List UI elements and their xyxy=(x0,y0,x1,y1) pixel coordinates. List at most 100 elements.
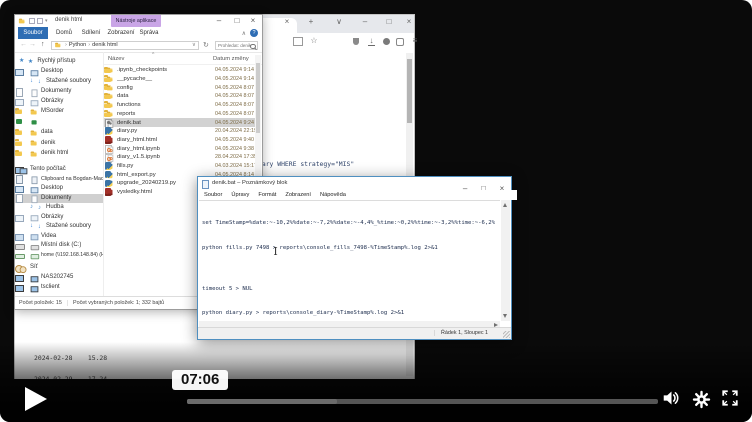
sidebar-item-tento-pocitac[interactable]: Tento počítač xyxy=(15,165,104,174)
profile-avatar-icon[interactable] xyxy=(383,38,390,45)
sidebar-item-data[interactable]: data xyxy=(15,128,104,137)
sidebar-item-home-share[interactable]: home (\\192.168.148.84) (H:) xyxy=(15,251,104,260)
tab-domu[interactable]: Domů xyxy=(52,27,76,39)
sidebar-item-stazene-pc[interactable]: Stažené soubory xyxy=(15,222,104,231)
browser-close-button[interactable]: × xyxy=(403,17,415,26)
file-list-scrollbar-thumb[interactable] xyxy=(256,63,260,133)
menu-zobrazeni[interactable]: Zobrazení xyxy=(285,192,311,198)
breadcrumb-current[interactable]: denik html xyxy=(92,42,118,48)
address-bar[interactable]: › Python › denik html ∨ xyxy=(51,41,199,51)
file-row-diary-html-html[interactable]: diary_html.html04.05.2024 9:40 xyxy=(104,136,260,145)
menu-format[interactable]: Formát xyxy=(258,192,276,198)
file-list-scrollbar[interactable] xyxy=(255,55,261,195)
scroll-up-icon[interactable] xyxy=(503,203,507,207)
sidebar-item-videa[interactable]: Videa xyxy=(15,232,104,241)
fullscreen-icon[interactable] xyxy=(721,389,739,412)
scroll-down-icon[interactable] xyxy=(503,314,507,318)
address-dropdown-icon[interactable]: ∨ xyxy=(192,42,196,48)
tab-zobrazeni[interactable]: Zobrazení xyxy=(106,27,136,39)
sidebar-item-mistni-disk[interactable]: Místní disk (C:) xyxy=(15,241,104,250)
seek-bar[interactable] xyxy=(187,399,658,404)
qat-customize-chevron-icon[interactable]: ▾ xyxy=(45,18,48,24)
notepad-vertical-scrollbar[interactable] xyxy=(501,200,510,321)
file-row-pycache[interactable]: __pycache__04.05.2024 9:14 xyxy=(104,75,260,84)
sidebar-item-obrazky[interactable]: Obrázky xyxy=(15,97,104,106)
sidebar-item-dokumenty-pc[interactable]: Dokumenty xyxy=(15,194,104,203)
sidebar-item-desktop-pc[interactable]: Desktop xyxy=(15,184,104,193)
settings-gear-icon[interactable] xyxy=(692,390,711,414)
tab-soubor[interactable]: Soubor xyxy=(18,27,48,39)
sidebar-item-denik-html[interactable]: denik html xyxy=(15,149,104,158)
play-button[interactable] xyxy=(24,386,48,417)
sidebar-item-denik[interactable]: denik xyxy=(15,139,104,148)
search-box[interactable] xyxy=(215,41,258,51)
qat-properties-icon[interactable] xyxy=(29,18,35,24)
file-row-reports[interactable]: reports04.05.2024 8:07 xyxy=(104,110,260,119)
bookmark-star-icon[interactable]: ☆ xyxy=(308,36,320,45)
menu-icon[interactable]: ≡ xyxy=(409,36,421,45)
scroll-right-icon[interactable] xyxy=(494,323,498,327)
explorer-maximize-button[interactable]: □ xyxy=(230,16,244,25)
sidebar-item-green-drive[interactable] xyxy=(15,117,104,126)
tab-list-chevron-icon[interactable]: ∨ xyxy=(333,17,345,26)
sidebar-item-clipboard[interactable]: Clipboard na Bogdan-Mac-mini xyxy=(15,175,104,184)
resize-grip[interactable] xyxy=(503,331,510,338)
column-header-date[interactable]: Datum změny xyxy=(213,56,249,62)
network-icon xyxy=(20,264,28,271)
sidebar-item-dokumenty[interactable]: Dokumenty xyxy=(15,87,104,96)
sidebar-item-rychly-pristup[interactable]: Rychlý přístup xyxy=(15,57,104,66)
menu-upravy[interactable]: Úpravy xyxy=(231,192,249,198)
browser-scrollbar-thumb[interactable] xyxy=(407,59,412,123)
notepad-text-area[interactable]: set TimeStamp=%date:~-10,2%%date:~-7,2%%… xyxy=(199,200,500,321)
sidebar-item-msorder[interactable]: MSorder xyxy=(15,107,104,116)
column-header-name[interactable]: Název xyxy=(108,56,124,62)
file-row-diary-py[interactable]: diary.py20.04.2024 22:19 xyxy=(104,127,260,136)
sidebar-item-nas[interactable]: NAS202745 xyxy=(15,273,104,282)
browser-maximize-button[interactable]: □ xyxy=(383,17,395,26)
file-row-ipynb-checkpoints[interactable]: .ipynb_checkpoints04.05.2024 9:14 xyxy=(104,66,260,75)
notepad-line: python fills.py 7498 > reports\console_f… xyxy=(202,244,500,252)
explorer-close-button[interactable]: × xyxy=(246,16,260,25)
refresh-icon[interactable]: ↻ xyxy=(203,41,209,49)
browser-minimize-button[interactable]: – xyxy=(359,17,371,26)
sidebar-item-sit[interactable]: Síť xyxy=(15,263,104,272)
reading-list-icon[interactable] xyxy=(293,37,303,46)
download-icon[interactable]: ↓ xyxy=(368,36,375,46)
back-icon[interactable]: ← xyxy=(20,41,27,48)
forward-icon[interactable]: → xyxy=(29,41,36,48)
up-icon[interactable]: ↑ xyxy=(41,41,45,48)
sidebar-item-desktop[interactable]: Desktop xyxy=(15,67,104,76)
help-icon[interactable]: ? xyxy=(250,29,258,37)
shield-icon[interactable] xyxy=(353,38,359,45)
file-row-diary-v15-ipynb[interactable]: diary_v1.5.ipynb28.04.2024 17:35 xyxy=(104,153,260,162)
tab-sdileni[interactable]: Sdílení xyxy=(78,27,104,39)
tab-sprava[interactable]: Správa xyxy=(136,27,162,39)
sidebar-item-obrazky-pc[interactable]: Obrázky xyxy=(15,213,104,222)
search-input[interactable] xyxy=(216,42,252,49)
file-row-denik-bat[interactable]: denik.bat04.05.2024 9:24 xyxy=(104,118,260,127)
python-file-icon xyxy=(107,180,114,186)
explorer-minimize-button[interactable]: – xyxy=(212,16,226,25)
menu-soubor[interactable]: Soubor xyxy=(204,192,222,198)
breadcrumb-root[interactable]: Python xyxy=(69,42,86,48)
clipboard-icon xyxy=(31,176,39,183)
folder-icon xyxy=(107,85,114,91)
app-tools-contextual-tab[interactable]: Nástroje aplikace xyxy=(111,15,161,27)
volume-icon[interactable] xyxy=(662,389,681,412)
tab-close-icon[interactable]: × xyxy=(281,17,293,26)
extension-icon[interactable] xyxy=(396,38,404,46)
file-row-fills-py[interactable]: fills.py04.03.2024 15:17 xyxy=(104,162,260,171)
menu-napoveda[interactable]: Nápověda xyxy=(320,192,346,198)
ribbon-collapse-chevron-icon[interactable]: ∧ xyxy=(242,30,246,37)
file-row-diary-html-ipynb[interactable]: diary_html.ipynb04.05.2024 9:38 xyxy=(104,144,260,153)
qat-new-folder-icon[interactable] xyxy=(37,18,43,24)
pictures-icon xyxy=(31,214,39,221)
sidebar-item-tsclient[interactable]: tsclient xyxy=(15,283,104,292)
file-row-config[interactable]: config04.05.2024 8:07 xyxy=(104,83,260,92)
new-tab-button[interactable]: + xyxy=(305,17,317,26)
folder-icon xyxy=(107,111,114,117)
sidebar-item-hudba[interactable]: Hudba xyxy=(15,203,104,212)
sidebar-item-stazene-soubory[interactable]: Stažené soubory xyxy=(15,77,104,86)
file-row-data[interactable]: data04.05.2024 8:07 xyxy=(104,92,260,101)
file-row-functions[interactable]: functions04.05.2024 8:07 xyxy=(104,101,260,110)
